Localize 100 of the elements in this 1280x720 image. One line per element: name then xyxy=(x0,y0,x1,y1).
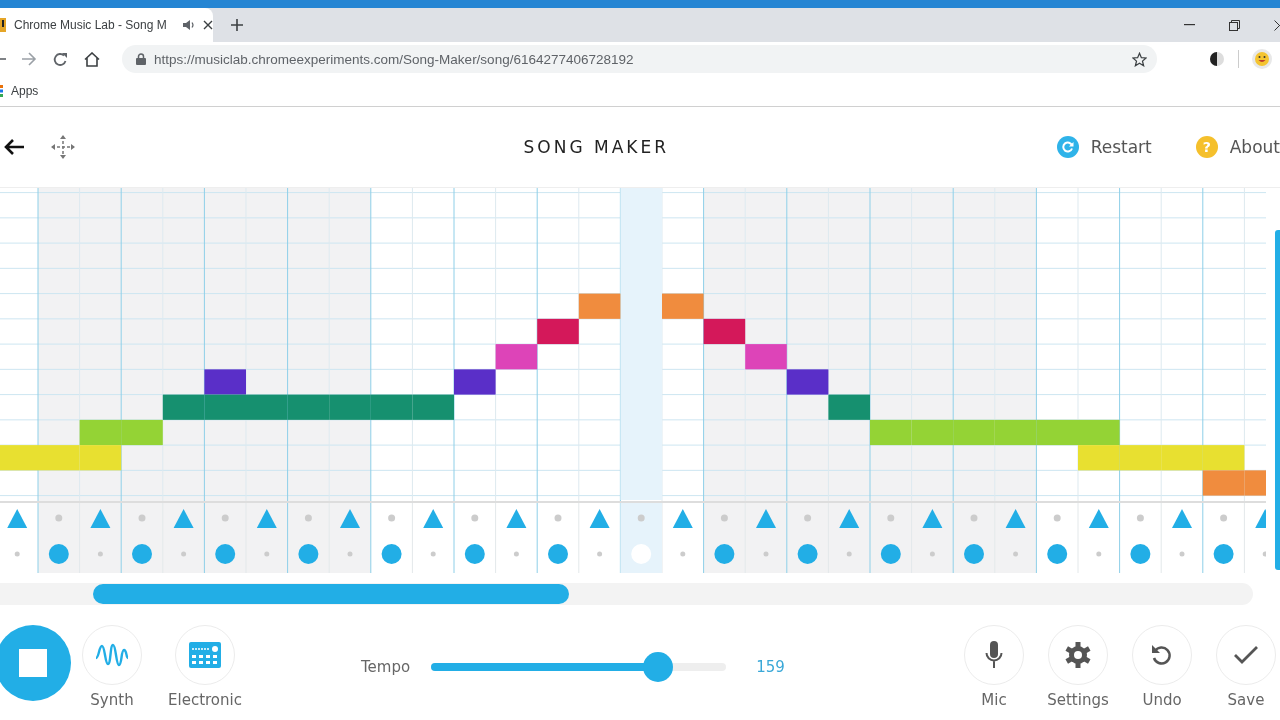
empty-beat-dot[interactable] xyxy=(221,514,229,522)
empty-beat-dot[interactable] xyxy=(388,514,396,522)
empty-beat-dot[interactable] xyxy=(887,514,895,522)
star-icon[interactable] xyxy=(1132,51,1147,67)
scrollbar-thumb[interactable] xyxy=(93,584,569,604)
app-title: SONG MAKER xyxy=(523,137,670,157)
empty-beat-dot[interactable] xyxy=(637,514,645,522)
home-icon[interactable] xyxy=(84,51,100,67)
half-moon-icon[interactable] xyxy=(1209,51,1225,67)
note-block[interactable] xyxy=(454,369,496,395)
empty-beat-dot[interactable] xyxy=(804,514,812,522)
reload-icon[interactable] xyxy=(53,51,68,67)
triangle-beat[interactable] xyxy=(340,509,360,528)
circle-beat[interactable] xyxy=(464,544,485,564)
empty-beat-dot[interactable] xyxy=(14,551,20,557)
circle-beat[interactable] xyxy=(298,544,319,564)
speaker-icon[interactable] xyxy=(182,19,195,31)
note-block[interactable] xyxy=(537,318,579,345)
restart-button[interactable]: Restart xyxy=(1056,136,1152,158)
triangle-beat[interactable] xyxy=(7,509,28,528)
triangle-beat[interactable] xyxy=(173,509,194,528)
empty-beat-dot[interactable] xyxy=(1220,514,1228,522)
note-block[interactable] xyxy=(412,394,454,420)
move-icon[interactable] xyxy=(50,134,76,160)
note-block[interactable] xyxy=(745,344,787,370)
empty-beat-dot[interactable] xyxy=(1136,514,1144,522)
profile-avatar[interactable] xyxy=(1252,49,1272,69)
empty-beat-dot[interactable] xyxy=(97,551,103,557)
circle-beat[interactable] xyxy=(964,544,984,564)
triangle-beat[interactable] xyxy=(1005,509,1026,528)
slider-thumb[interactable] xyxy=(643,652,674,682)
triangle-beat[interactable] xyxy=(1172,509,1192,528)
empty-beat-dot[interactable] xyxy=(304,514,312,522)
circle-beat[interactable] xyxy=(880,544,901,564)
triangle-beat[interactable] xyxy=(423,509,444,528)
close-icon[interactable] xyxy=(1274,19,1280,31)
triangle-beat[interactable] xyxy=(589,509,610,528)
triangle-beat[interactable] xyxy=(1255,509,1266,528)
lock-icon xyxy=(136,53,146,65)
note-block[interactable] xyxy=(786,369,829,395)
empty-beat-dot[interactable] xyxy=(554,514,562,522)
address-bar[interactable]: https://musiclab.chromeexperiments.com/Song-Maker/song/6164277406728192 xyxy=(122,45,1157,73)
empty-beat-dot[interactable] xyxy=(513,551,519,557)
circle-beat[interactable] xyxy=(1213,544,1234,564)
circle-beat[interactable] xyxy=(48,544,69,564)
vertical-scrollbar[interactable] xyxy=(1275,230,1280,570)
empty-beat-dot[interactable] xyxy=(1013,551,1019,557)
empty-beat-dot[interactable] xyxy=(846,551,852,557)
restore-icon[interactable] xyxy=(1229,19,1240,31)
empty-beat-dot[interactable] xyxy=(1053,514,1061,522)
settings-icon xyxy=(1065,642,1091,668)
empty-beat-dot[interactable] xyxy=(471,514,479,522)
empty-beat-dot[interactable] xyxy=(597,551,603,557)
note-block[interactable] xyxy=(246,394,288,420)
empty-beat-dot[interactable] xyxy=(55,514,63,522)
circle-beat[interactable] xyxy=(548,544,568,564)
minimize-icon[interactable] xyxy=(1184,24,1195,26)
triangle-beat[interactable] xyxy=(90,509,111,528)
circle-beat[interactable] xyxy=(132,544,152,564)
note-block[interactable] xyxy=(828,394,870,420)
bookmark-link[interactable]: Apps xyxy=(0,84,39,98)
circle-beat[interactable] xyxy=(797,544,818,564)
forward-icon[interactable] xyxy=(22,52,37,66)
waveform-icon xyxy=(94,642,130,668)
triangle-beat[interactable] xyxy=(839,509,860,528)
triangle-beat[interactable] xyxy=(506,509,527,528)
empty-beat-dot[interactable] xyxy=(181,551,187,557)
empty-beat-dot[interactable] xyxy=(763,551,769,557)
note-block[interactable] xyxy=(329,394,371,420)
note-block[interactable] xyxy=(495,344,538,370)
instrument-label: Synth xyxy=(90,691,134,709)
about-button[interactable]: ? About xyxy=(1195,136,1280,158)
note-block[interactable] xyxy=(204,369,246,395)
close-icon[interactable] xyxy=(203,20,213,30)
new-tab-icon[interactable] xyxy=(230,18,244,32)
triangle-beat[interactable] xyxy=(756,509,776,528)
triangle-beat[interactable] xyxy=(256,509,277,528)
triangle-beat[interactable] xyxy=(1088,509,1109,528)
circle-beat[interactable] xyxy=(215,544,236,564)
triangle-beat[interactable] xyxy=(922,509,943,528)
scrollbar-track[interactable] xyxy=(0,583,1253,605)
circle-beat[interactable] xyxy=(1047,544,1068,564)
empty-beat-dot[interactable] xyxy=(138,514,146,522)
browser-tab[interactable]: Chrome Music Lab - Song M xyxy=(0,8,213,42)
empty-beat-dot[interactable] xyxy=(1179,551,1185,557)
circle-beat[interactable] xyxy=(381,544,402,564)
empty-beat-dot[interactable] xyxy=(970,514,978,522)
empty-beat-dot[interactable] xyxy=(347,551,353,557)
circle-beat[interactable] xyxy=(714,544,735,564)
empty-beat-dot[interactable] xyxy=(680,551,686,557)
empty-beat-dot[interactable] xyxy=(264,551,270,557)
button-label: Mic xyxy=(981,691,1007,709)
empty-beat-dot[interactable] xyxy=(929,551,935,557)
back-arrow-icon[interactable] xyxy=(3,138,25,156)
empty-beat-dot[interactable] xyxy=(720,514,728,522)
triangle-beat[interactable] xyxy=(672,509,693,528)
circle-beat[interactable] xyxy=(1130,544,1151,564)
empty-beat-dot[interactable] xyxy=(1096,551,1102,557)
circle-beat[interactable] xyxy=(631,544,652,564)
empty-beat-dot[interactable] xyxy=(430,551,436,557)
